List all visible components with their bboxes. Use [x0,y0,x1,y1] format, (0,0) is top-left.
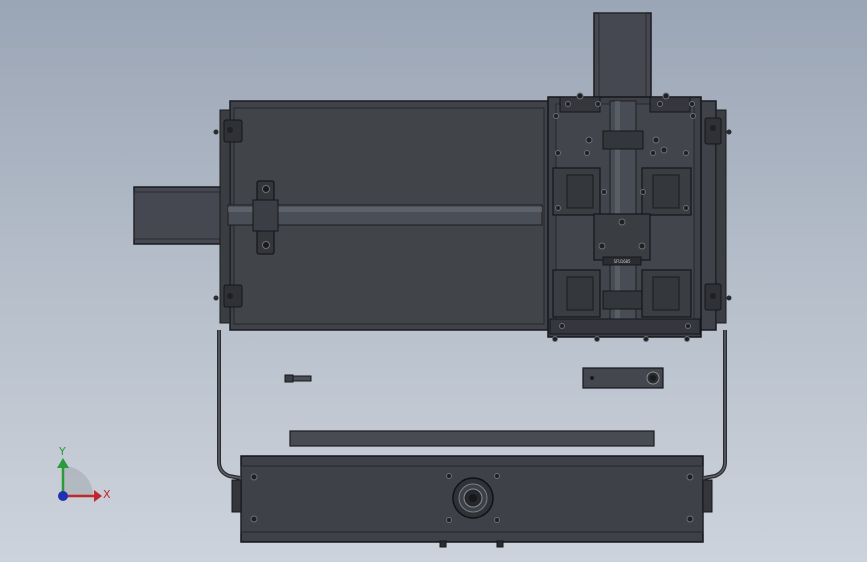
top-extrusion[interactable] [593,12,652,102]
bracket-plate[interactable] [582,367,664,389]
cad-drawing[interactable]: SFU1605 Y X [0,0,867,562]
carriage-bottom[interactable] [549,318,701,342]
bearing-block-icon[interactable] [252,180,279,255]
y-axis-label: Y [58,445,66,458]
x-axis-label: X [103,488,111,501]
left-extrusion[interactable] [133,186,231,245]
z-axis-dot [58,491,68,501]
nut-block[interactable]: SFU1605 [593,213,651,266]
bolt-icon[interactable] [284,374,312,383]
coordinate-triad: Y X [57,445,111,502]
nameplate-text: SFU1605 [614,259,631,264]
base-bearing-icon[interactable] [452,477,494,519]
cad-viewport[interactable]: SFU1605 Y X [0,0,867,562]
linear-rail[interactable] [289,430,655,447]
